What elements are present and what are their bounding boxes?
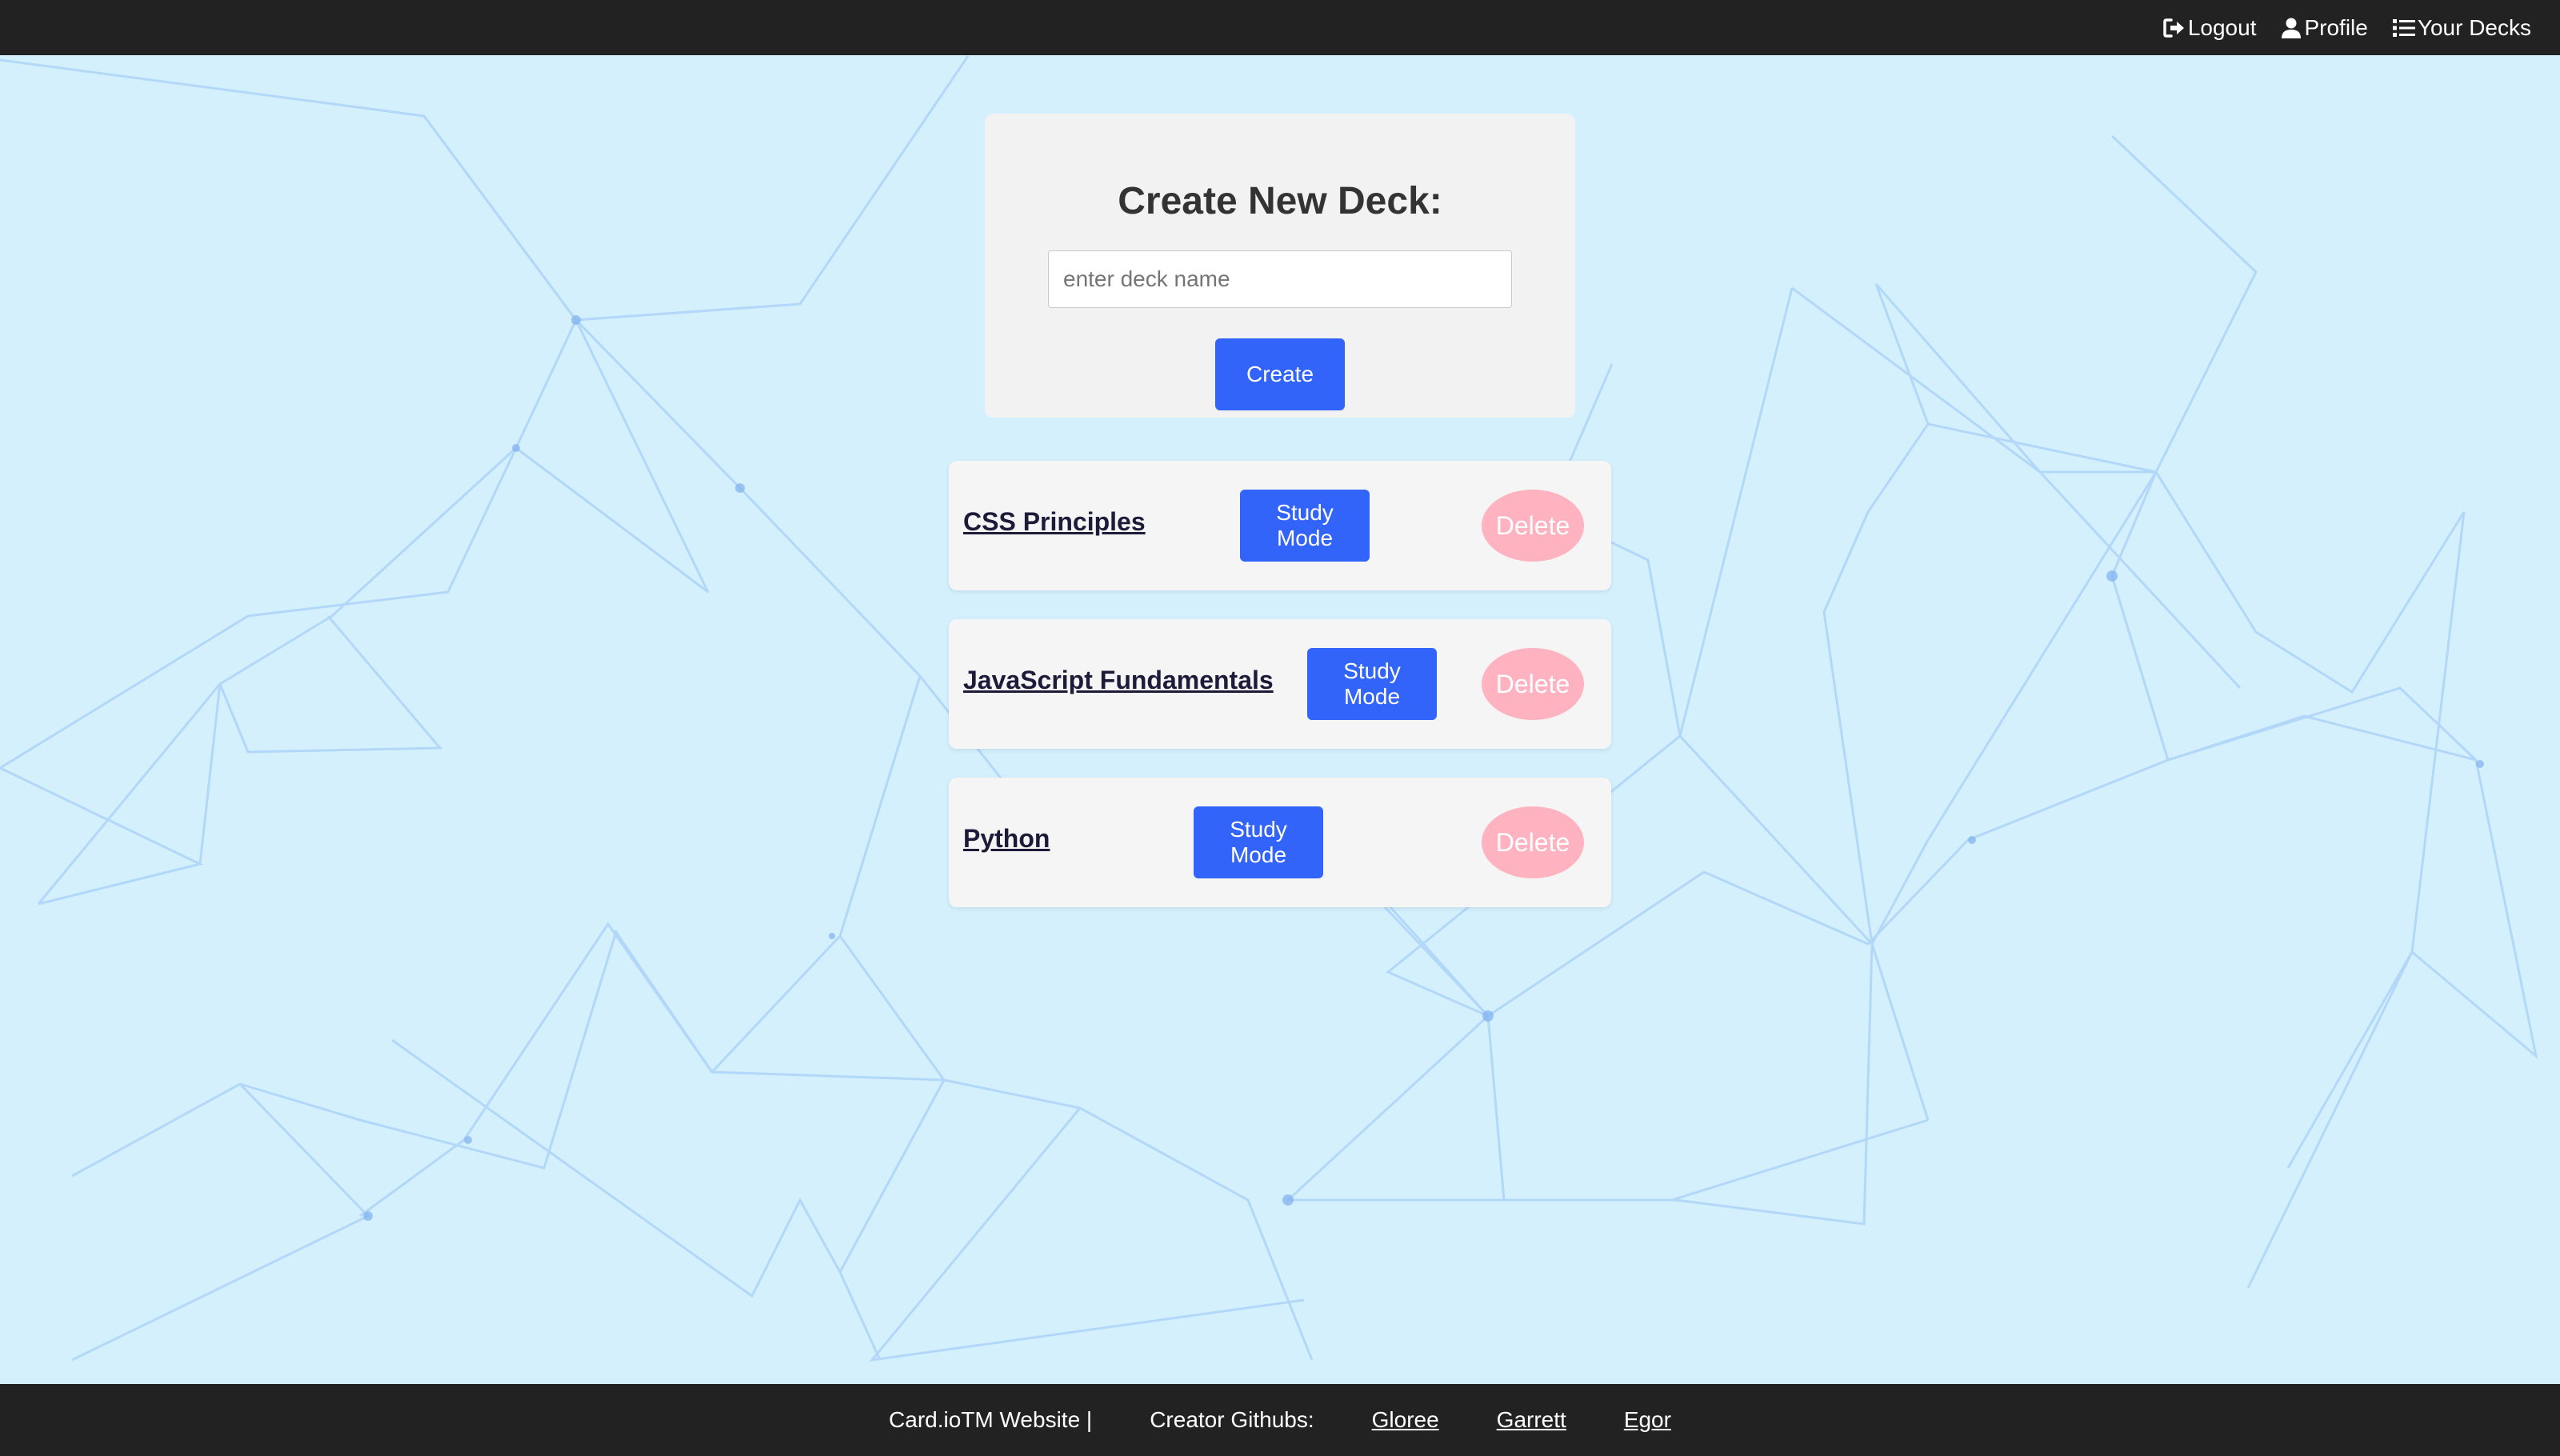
your-decks-label: Your Decks <box>2417 14 2531 40</box>
deck-link[interactable]: CSS Principles <box>963 507 1146 537</box>
create-deck-card: Create New Deck: Create <box>985 114 1575 418</box>
footer: Card.ioTM Website | Creator Githubs: Glo… <box>0 1384 2560 1456</box>
logout-label: Logout <box>2187 14 2257 40</box>
deck-card: JavaScript Fundamentals Study Mode Delet… <box>949 619 1611 749</box>
study-mode-button[interactable]: Study Mode <box>1194 806 1323 878</box>
profile-link[interactable]: Profile <box>2280 14 2368 41</box>
profile-label: Profile <box>2304 14 2368 40</box>
user-icon <box>2282 18 2302 38</box>
deck-link[interactable]: Python <box>963 824 1050 854</box>
footer-website-text: Card.ioTM Website | <box>889 1407 1093 1432</box>
logout-link[interactable]: Logout <box>2162 14 2257 41</box>
logout-icon <box>2163 18 2184 38</box>
top-navbar: Logout Profile Your Decks <box>0 0 2560 55</box>
deck-link[interactable]: JavaScript Fundamentals <box>963 666 1274 695</box>
study-mode-button[interactable]: Study Mode <box>1307 648 1437 720</box>
deck-name-input[interactable] <box>1048 250 1512 308</box>
github-link-gloree[interactable]: Gloree <box>1372 1407 1439 1433</box>
delete-button[interactable]: Delete <box>1482 806 1584 878</box>
github-link-egor[interactable]: Egor <box>1624 1407 1671 1433</box>
list-icon <box>2392 18 2415 37</box>
create-button[interactable]: Create <box>1215 338 1345 410</box>
delete-button[interactable]: Delete <box>1482 490 1584 562</box>
footer-creators-label: Creator Githubs: <box>1150 1407 1314 1432</box>
your-decks-link[interactable]: Your Decks <box>2392 15 2531 41</box>
deck-card: Python Study Mode Delete <box>949 778 1611 907</box>
study-mode-button[interactable]: Study Mode <box>1240 490 1370 562</box>
delete-button[interactable]: Delete <box>1482 648 1584 720</box>
create-deck-title: Create New Deck: <box>1118 180 1442 222</box>
deck-card: CSS Principles Study Mode Delete <box>949 461 1611 590</box>
github-link-garrett[interactable]: Garrett <box>1497 1407 1566 1433</box>
